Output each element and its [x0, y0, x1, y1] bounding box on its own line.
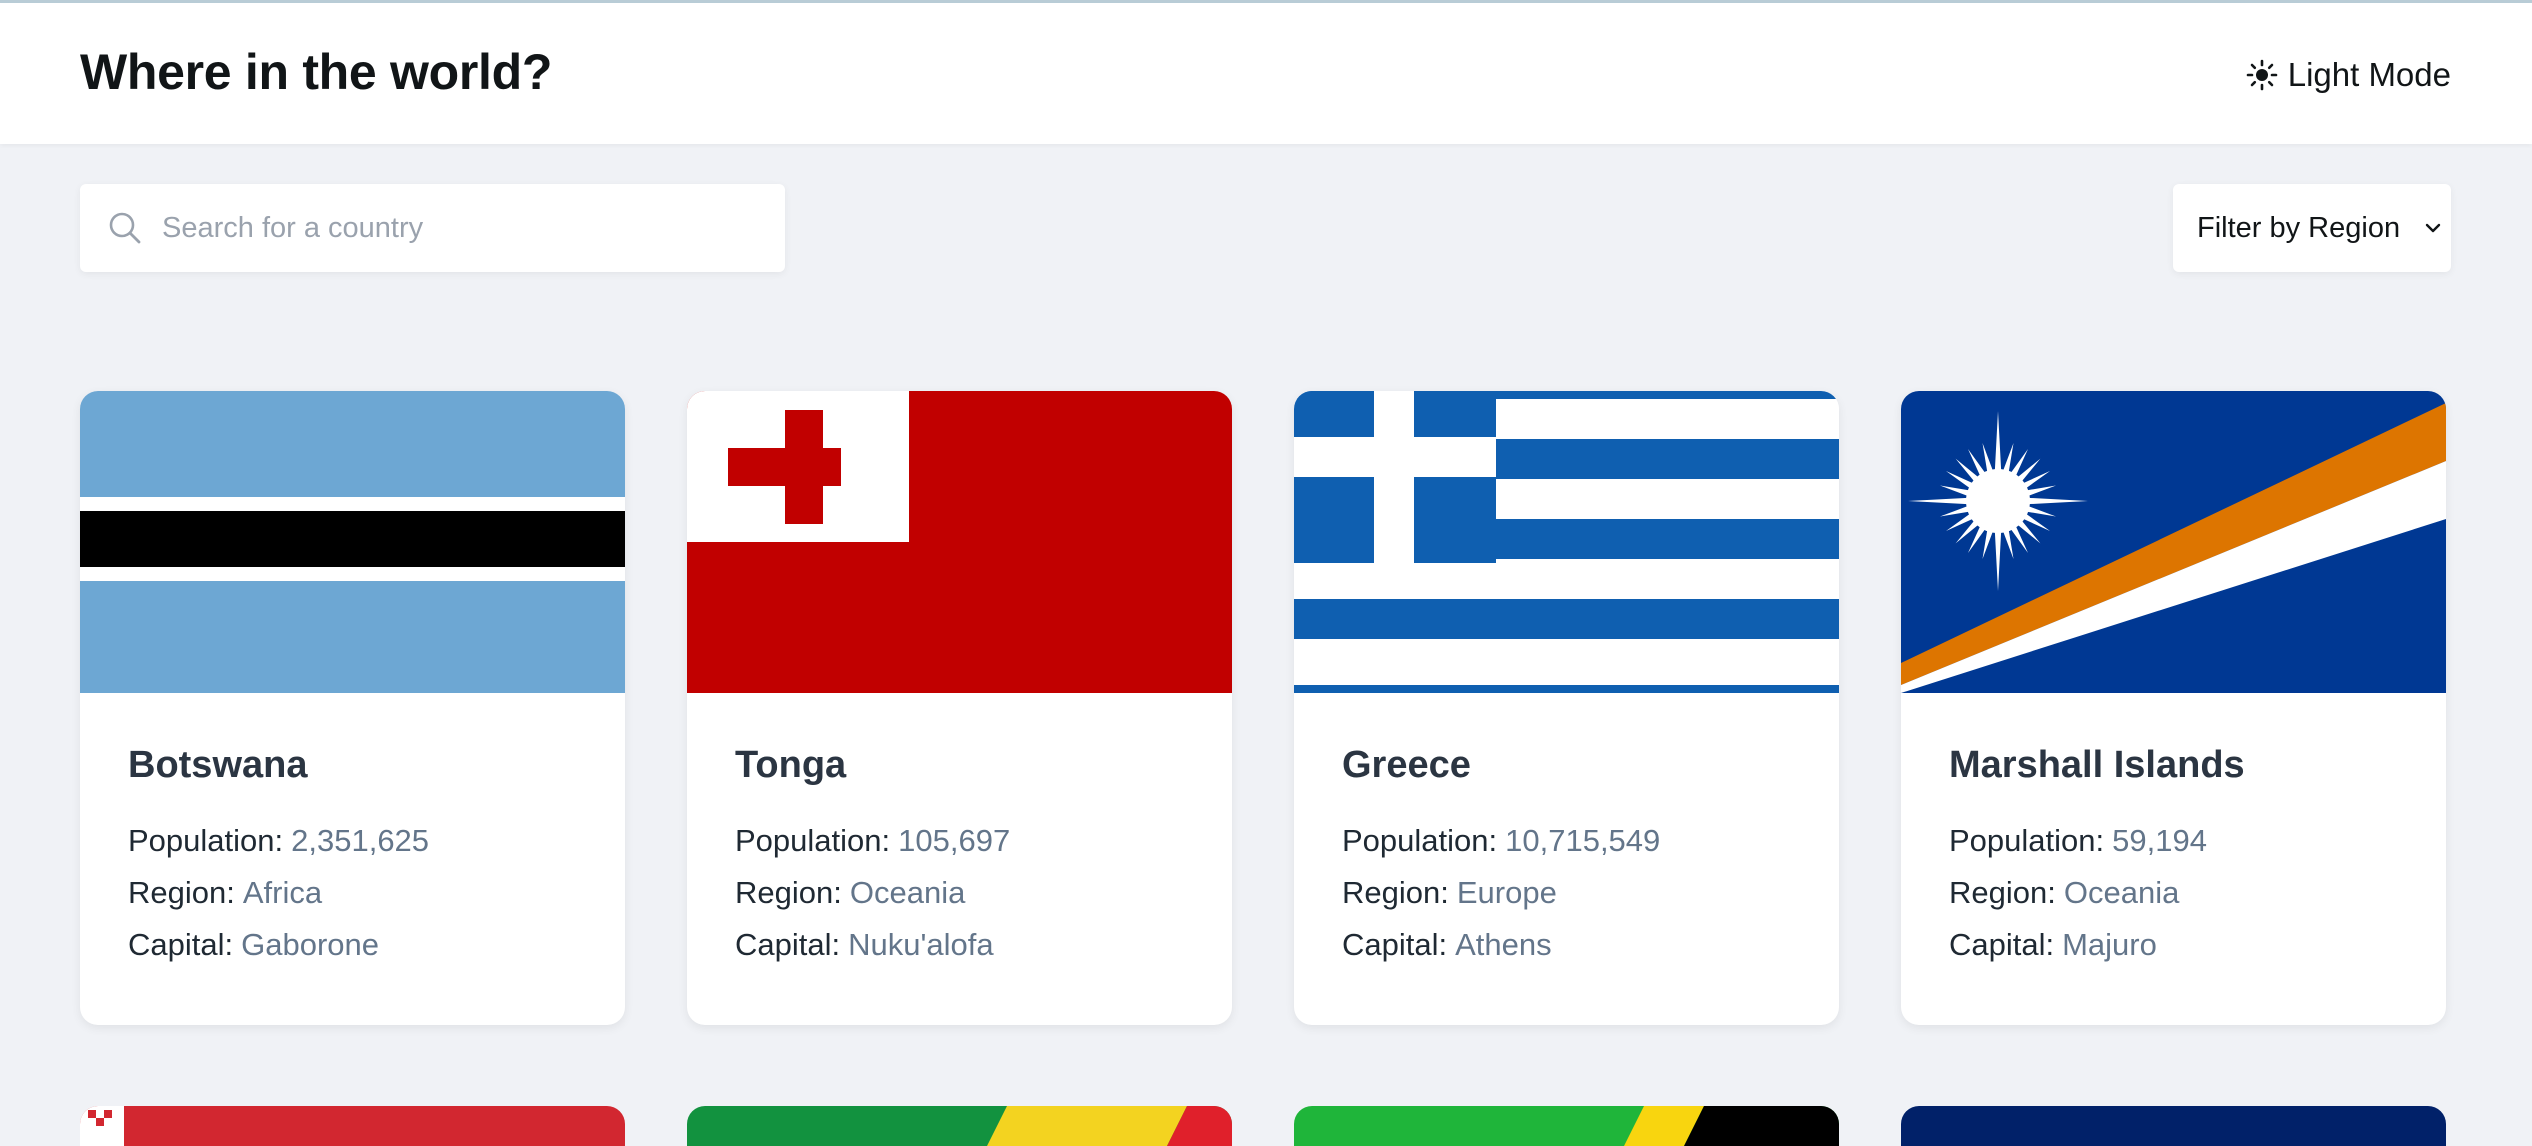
population-value: 10,715,549 [1505, 823, 1661, 858]
app-header: Where in the world? Light Mode [0, 3, 2532, 144]
capital-row: Capital: Nuku'alofa [735, 927, 994, 963]
population-label: Population: [735, 823, 891, 858]
botswana-flag [80, 391, 625, 693]
search-icon [109, 212, 141, 244]
theme-toggle-label: Light Mode [2287, 56, 2451, 93]
capital-label: Capital: [128, 927, 234, 962]
region-row: Region: Africa [128, 875, 322, 911]
partial-flag-green-yellow-red [687, 1106, 1232, 1146]
region-row: Region: Europe [1342, 875, 1557, 911]
population-value: 59,194 [2112, 823, 2207, 858]
region-value: Oceania [2063, 875, 2180, 910]
sun-icon [2246, 59, 2278, 91]
theme-toggle-button[interactable]: Light Mode [2246, 53, 2451, 97]
search-input[interactable] [162, 198, 762, 258]
region-label: Region: [128, 875, 235, 910]
capital-row: Capital: Athens [1342, 927, 1552, 963]
region-label: Region: [735, 875, 842, 910]
country-name: Greece [1342, 744, 1471, 786]
capital-label: Capital: [1949, 927, 2055, 962]
country-name: Botswana [128, 744, 308, 786]
capital-value: Gaborone [241, 927, 379, 962]
capital-label: Capital: [1342, 927, 1448, 962]
chevron-down-icon [2425, 223, 2441, 233]
region-value: Europe [1456, 875, 1557, 910]
country-card-partial[interactable] [80, 1106, 625, 1146]
partial-flag-red [80, 1106, 625, 1146]
country-card-greece[interactable]: Greece Population: 10,715,549 Region: Euro… [1294, 391, 1839, 1025]
capital-row: Capital: Gaborone [128, 927, 379, 963]
capital-row: Capital: Majuro [1949, 927, 2157, 963]
population-row: Population: 105,697 [735, 823, 1010, 859]
country-card-tonga[interactable]: Tonga Population: 105,697 Region: Oceania … [687, 391, 1232, 1025]
capital-value: Nuku'alofa [848, 927, 994, 962]
region-label: Region: [1342, 875, 1449, 910]
region-filter-dropdown[interactable]: Filter by Region [2173, 184, 2451, 272]
country-card-partial[interactable] [687, 1106, 1232, 1146]
region-filter-label: Filter by Region [2197, 211, 2401, 244]
country-card-partial[interactable] [1901, 1106, 2446, 1146]
capital-value: Athens [1455, 927, 1552, 962]
capital-label: Capital: [735, 927, 841, 962]
region-value: Africa [242, 875, 323, 910]
population-row: Population: 10,715,549 [1342, 823, 1660, 859]
population-label: Population: [1342, 823, 1498, 858]
country-card-botswana[interactable]: Botswana Population: 2,351,625 Region: Afr… [80, 391, 625, 1025]
tonga-flag [687, 391, 1232, 693]
population-label: Population: [128, 823, 284, 858]
country-card-partial[interactable] [1294, 1106, 1839, 1146]
greece-flag [1294, 391, 1839, 693]
search-box[interactable] [80, 184, 785, 272]
region-row: Region: Oceania [1949, 875, 2179, 911]
country-name: Marshall Islands [1949, 744, 2245, 786]
region-row: Region: Oceania [735, 875, 965, 911]
population-label: Population: [1949, 823, 2105, 858]
population-row: Population: 59,194 [1949, 823, 2207, 859]
population-value: 105,697 [898, 823, 1011, 858]
population-value: 2,351,625 [291, 823, 430, 858]
app-title: Where in the world? [80, 44, 553, 100]
country-card-marshall-islands[interactable]: Marshall Islands Population: 59,194 Regio… [1901, 391, 2446, 1025]
partial-flag-green-yellow-black [1294, 1106, 1839, 1146]
marshall-islands-flag [1901, 391, 2446, 693]
country-name: Tonga [735, 744, 847, 786]
capital-value: Majuro [2062, 927, 2157, 962]
region-value: Oceania [849, 875, 966, 910]
partial-flag-navy [1901, 1106, 2446, 1146]
population-row: Population: 2,351,625 [128, 823, 429, 859]
region-label: Region: [1949, 875, 2056, 910]
